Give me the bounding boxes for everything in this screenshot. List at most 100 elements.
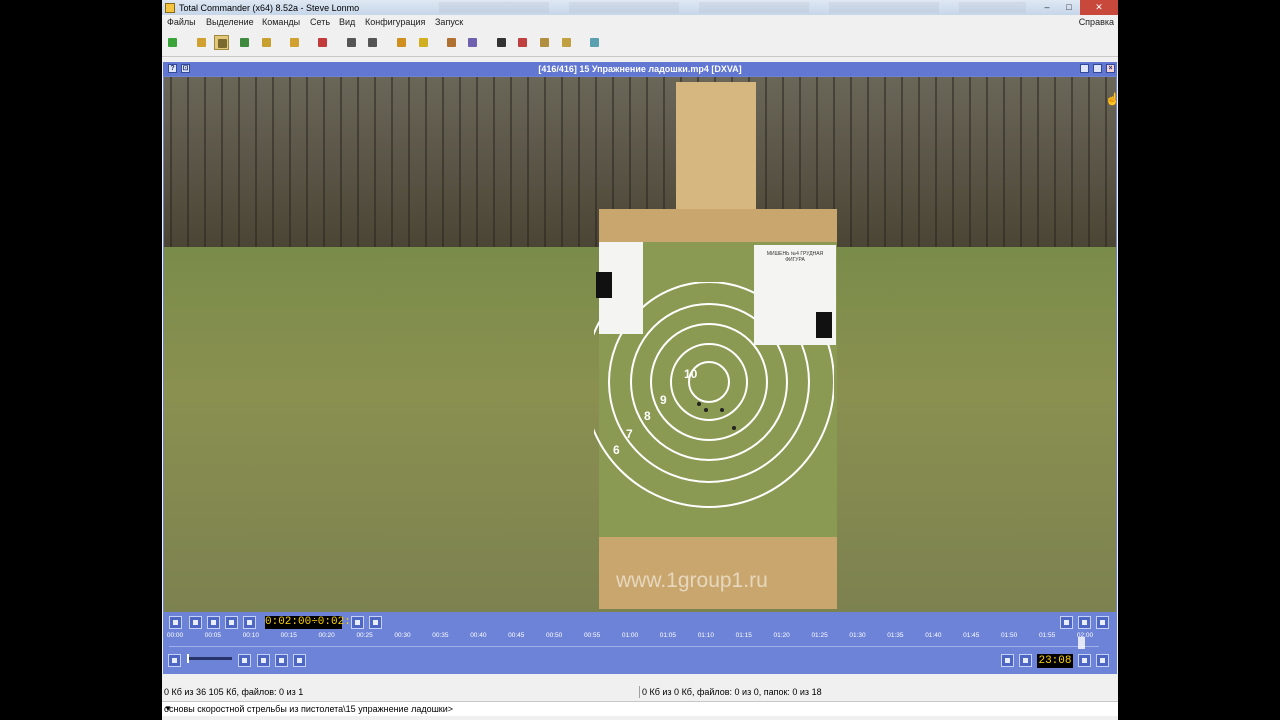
mute-button[interactable] <box>168 654 181 667</box>
multi-rename-icon[interactable] <box>444 35 459 50</box>
menu-network[interactable]: Сеть <box>310 17 330 27</box>
previous-file-button[interactable] <box>1060 616 1073 629</box>
timeline-ticks: 00:00 00:05 00:10 00:15 00:20 00:25 00:30 00:35… <box>166 632 1099 650</box>
timeline-tick-label: 00:30 <box>394 632 411 639</box>
ring-number-6: 6 <box>613 443 620 457</box>
lister-video-viewer: ? ⊡ [416/416] 15 Упражнение ладошки.mp4 … <box>163 62 1117 674</box>
seek-thumb[interactable] <box>1078 637 1086 649</box>
menu-view[interactable]: Вид <box>339 17 355 27</box>
video-settings-button[interactable] <box>257 654 270 667</box>
binder-clip-right <box>816 312 832 338</box>
chevron-down-icon[interactable]: ▼ <box>164 704 1114 713</box>
pack-icon[interactable] <box>394 35 409 50</box>
timeline-tick-label: 00:55 <box>583 632 601 639</box>
status-right: 0 Кб из 0 Кб, файлов: 0 из 0, папок: 0 и… <box>642 687 822 697</box>
menu-commands[interactable]: Команды <box>262 17 300 27</box>
timeline-tick-label: 00:45 <box>508 632 525 639</box>
timeline-tick-label: 01:15 <box>735 632 752 639</box>
aspect-button[interactable] <box>1001 654 1014 667</box>
forward-icon[interactable] <box>365 35 380 50</box>
find-files-icon[interactable] <box>494 35 509 50</box>
ring-number-7: 7 <box>626 427 633 441</box>
ring-number-9: 9 <box>660 393 667 407</box>
brief-view-icon[interactable] <box>194 35 209 50</box>
paper-label: МИШЕНЬ №4 ГРУДНАЯ ФИГУРА <box>766 251 824 263</box>
timeline-tick-label: 00:25 <box>356 632 373 639</box>
timeline-tick-label: 01:50 <box>1001 632 1018 639</box>
status-left: 0 Кб из 36 105 Кб, файлов: 0 из 1 <box>164 687 304 697</box>
total-commander-icon <box>165 2 175 13</box>
notepad-icon[interactable] <box>559 35 574 50</box>
fullscreen-button[interactable] <box>351 616 364 629</box>
timeline-tick-label: 01:35 <box>887 632 904 639</box>
audio-button[interactable] <box>238 654 251 667</box>
settings-button[interactable] <box>1078 654 1091 667</box>
viewer-close-icon[interactable]: × <box>1106 64 1115 73</box>
thumbnails-view-icon[interactable] <box>214 35 229 50</box>
toolbar <box>162 30 1118 57</box>
split-icon[interactable] <box>537 35 552 50</box>
pointer-button[interactable] <box>1096 654 1109 667</box>
timeline-tick-label: 00:15 <box>280 632 297 639</box>
back-icon[interactable] <box>344 35 359 50</box>
timeline-tick-label: 01:45 <box>963 632 980 639</box>
timeline-tick-label: 00:20 <box>318 632 335 639</box>
timeline-tick-label: 01:00 <box>621 632 639 639</box>
help-icon[interactable] <box>587 35 602 50</box>
total-commander-window: Total Commander (x64) 8.52a - Steve Lonm… <box>162 0 1118 720</box>
hand-cursor-icon: ☝ <box>1105 92 1120 106</box>
player-controls: 0:02:00÷0:02:02 00:00 00:05 00:10 00:15 00:2… <box>163 613 1117 674</box>
viewer-minimize-icon[interactable] <box>1080 64 1089 73</box>
sync-icon[interactable] <box>287 35 302 50</box>
compare-icon[interactable] <box>465 35 480 50</box>
info-button[interactable] <box>1019 654 1032 667</box>
viewer-title: [416/416] 15 Упражнение ладошки.mp4 [DXV… <box>538 64 742 74</box>
stop-button[interactable] <box>189 616 202 629</box>
subtitles-button[interactable] <box>293 654 306 667</box>
step-forward-button[interactable] <box>207 616 220 629</box>
timeline-tick-label: 01:25 <box>811 632 828 639</box>
menu-help[interactable]: Справка <box>1079 17 1114 27</box>
unpack-icon[interactable] <box>315 35 330 50</box>
refresh-icon[interactable] <box>165 35 180 50</box>
timeline-tick-label: 01:40 <box>925 632 942 639</box>
ring-number-8: 8 <box>644 409 651 423</box>
timeline-tick-label: 01:55 <box>1038 632 1056 639</box>
play-button[interactable] <box>225 616 238 629</box>
tree-view-icon[interactable] <box>259 35 274 50</box>
minimize-button[interactable]: – <box>1036 0 1058 15</box>
timeline-tick-label: 01:30 <box>849 632 866 639</box>
viewer-title-bar: ? ⊡ [416/416] 15 Упражнение ладошки.mp4 … <box>163 62 1117 76</box>
viewer-system-button[interactable]: ⊡ <box>181 64 190 73</box>
image-view-icon[interactable] <box>237 35 252 50</box>
timeline-tick-label: 00:40 <box>470 632 487 639</box>
viewer-maximize-icon[interactable] <box>1093 64 1102 73</box>
archive-icon[interactable] <box>416 35 431 50</box>
next-file-button[interactable] <box>1096 616 1109 629</box>
eject-button[interactable] <box>169 616 182 629</box>
ring-number-10: 10 <box>684 367 698 381</box>
timeline-tick-label: 00:00 <box>166 632 184 639</box>
video-frame[interactable]: 10 9 8 7 6 МИШЕНЬ №4 ГРУДНАЯ ФИГУРА www.… <box>164 77 1116 612</box>
window-title: Total Commander (x64) 8.52a - Steve Lonm… <box>179 2 360 13</box>
menu-files[interactable]: Файлы <box>167 17 196 27</box>
seek-bar[interactable] <box>169 646 1099 647</box>
playlist-button[interactable] <box>1078 616 1091 629</box>
title-bar: Total Commander (x64) 8.52a - Steve Lonm… <box>162 0 1118 15</box>
command-line[interactable]: основы скоростной стрельбы из пистолета\… <box>162 701 1118 716</box>
viewer-help-button[interactable]: ? <box>168 64 177 73</box>
menu-configuration[interactable]: Конфигурация <box>365 17 425 27</box>
screenshot-button[interactable] <box>275 654 288 667</box>
cleanup-icon[interactable] <box>515 35 530 50</box>
close-button[interactable]: ✕ <box>1080 0 1118 15</box>
timeline-tick-label: 00:10 <box>242 632 259 639</box>
fast-forward-button[interactable] <box>243 616 256 629</box>
window-mode-button[interactable] <box>369 616 382 629</box>
background-browser-tabs <box>439 2 1026 13</box>
timeline-tick-label: 01:05 <box>659 632 677 639</box>
maximize-button[interactable]: □ <box>1058 0 1080 15</box>
volume-slider[interactable] <box>187 657 232 660</box>
menu-selection[interactable]: Выделение <box>206 17 254 27</box>
volume-thumb[interactable] <box>187 654 189 663</box>
menu-launch[interactable]: Запуск <box>435 17 463 27</box>
